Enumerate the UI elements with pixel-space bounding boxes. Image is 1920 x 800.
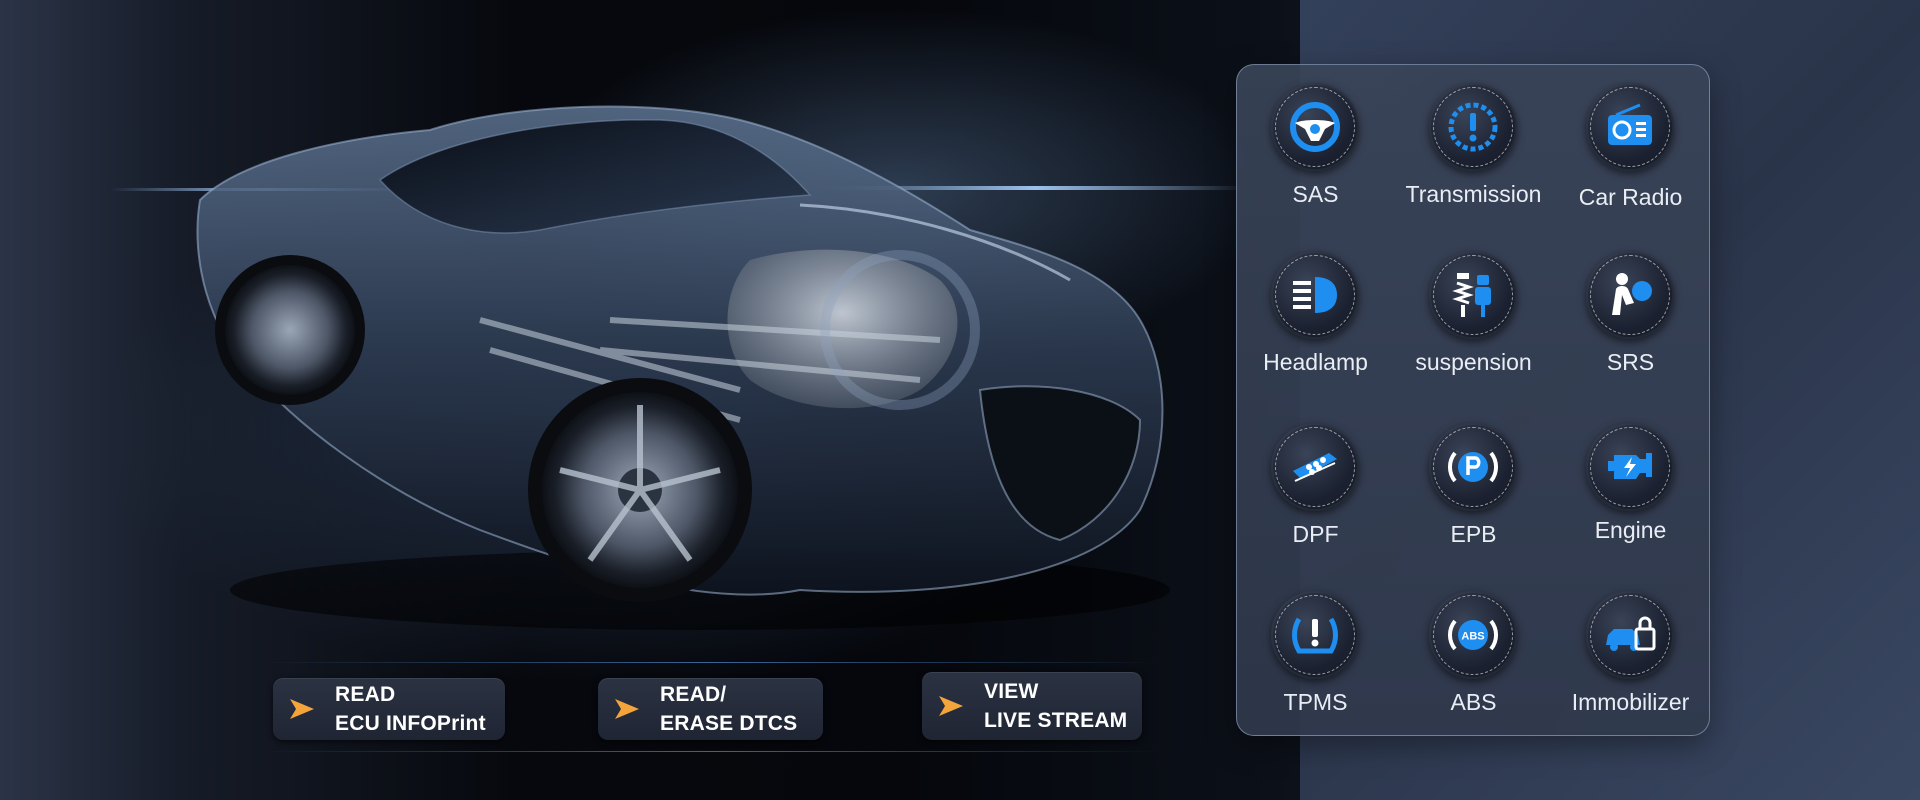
feature-view-live-stream: VIEW LIVE STREAM [922, 672, 1142, 740]
function-abs[interactable]: ABS ABS [1395, 573, 1552, 741]
feature-line-1: READ/ [660, 683, 727, 706]
function-car-radio[interactable]: Car Radio [1552, 65, 1709, 233]
immobilizer-icon [1586, 591, 1674, 679]
orange-arrow-icon [615, 699, 639, 719]
function-tpms[interactable]: TPMS [1237, 573, 1394, 741]
particulate-filter-icon [1271, 423, 1359, 511]
feature-read-ecu-info: READ ECU INFOPrint [273, 678, 505, 740]
headlamp-icon [1271, 251, 1359, 339]
function-epb[interactable]: EPB [1395, 405, 1552, 573]
feature-line-1: VIEW [984, 680, 1039, 703]
suspension-icon [1429, 251, 1517, 339]
function-label: Engine [1594, 517, 1667, 543]
function-engine[interactable]: Engine [1552, 405, 1709, 573]
function-label: Transmission [1405, 181, 1542, 207]
airbag-icon [1586, 251, 1674, 339]
function-immobilizer[interactable]: Immobilizer [1552, 573, 1709, 741]
radio-icon [1586, 83, 1674, 171]
abs-icon: ABS [1429, 591, 1517, 679]
feature-line-2: ERASE DTCS [660, 712, 798, 735]
engine-icon [1586, 423, 1674, 511]
orange-arrow-icon [290, 699, 314, 719]
function-transmission[interactable]: Transmission [1395, 65, 1552, 233]
feature-line-2: ECU INFOPrint [335, 712, 486, 735]
function-sas[interactable]: SAS [1237, 65, 1394, 233]
transmission-warning-icon [1429, 83, 1517, 171]
xray-car-illustration [196, 105, 1170, 630]
tire-pressure-icon [1271, 591, 1359, 679]
feature-line-2: LIVE STREAM [984, 709, 1128, 732]
feature-line-1: READ [335, 683, 396, 706]
parking-brake-icon [1429, 423, 1517, 511]
function-label: ABS [1450, 689, 1497, 715]
function-srs[interactable]: SRS [1552, 233, 1709, 401]
function-label: EPB [1450, 521, 1497, 547]
svg-text:ABS: ABS [1461, 631, 1484, 643]
divider-line [260, 662, 1160, 663]
function-label: SRS [1606, 349, 1655, 375]
function-panel: SAS Transmission Car Radio Headlamp susp… [1236, 64, 1710, 736]
function-label: Headlamp [1263, 349, 1368, 375]
feature-read-erase-dtcs: READ/ ERASE DTCS [598, 678, 823, 740]
function-label: TPMS [1283, 689, 1348, 715]
function-headlamp[interactable]: Headlamp [1237, 233, 1394, 401]
function-label: suspension [1415, 349, 1532, 375]
function-label: SAS [1292, 181, 1339, 207]
function-suspension[interactable]: suspension [1395, 233, 1552, 401]
steering-wheel-icon [1271, 83, 1359, 171]
function-dpf[interactable]: DPF [1237, 405, 1394, 573]
orange-arrow-icon [939, 696, 963, 716]
divider-line [260, 751, 1160, 752]
function-label: Car Radio [1578, 184, 1683, 210]
function-label: DPF [1292, 521, 1339, 547]
function-label: Immobilizer [1571, 689, 1690, 715]
